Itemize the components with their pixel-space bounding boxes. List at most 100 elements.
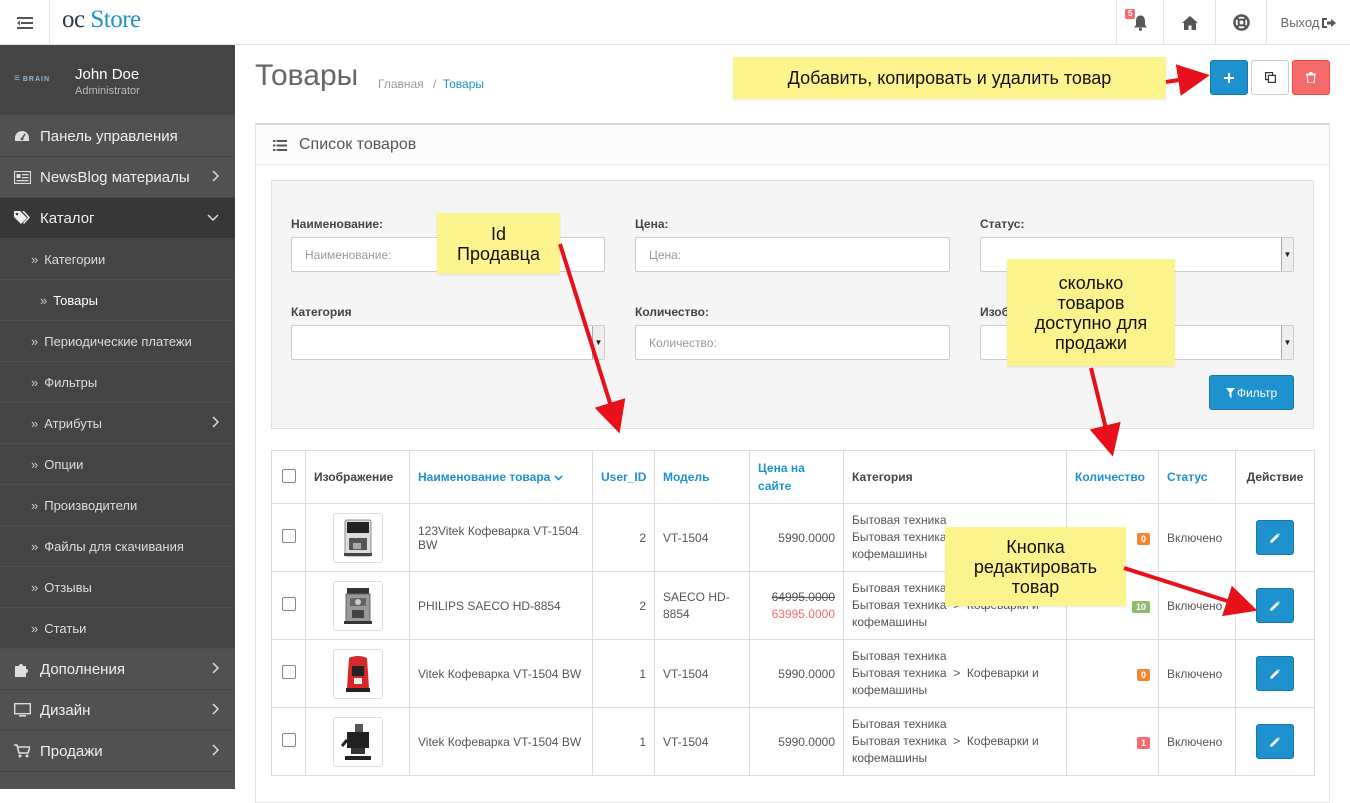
sidebar-subitem-reviews[interactable]: » Отзывы: [0, 567, 235, 608]
annotation-text: продажи: [1055, 332, 1127, 353]
annotation-text: редактировать: [973, 556, 1098, 577]
row-checkbox[interactable]: [281, 529, 296, 543]
sidebar-subitem-options[interactable]: » Опции: [0, 444, 235, 485]
column-header-user-id[interactable]: User_ID: [592, 450, 655, 504]
product-action-cell: [1235, 707, 1315, 776]
filter-price-input[interactable]: Цена:: [635, 237, 950, 272]
sidebar-subitem-downloads[interactable]: » Файлы для скачивания: [0, 526, 235, 567]
column-header-quantity[interactable]: Количество: [1066, 450, 1159, 504]
notifications-button[interactable]: 5: [1116, 0, 1163, 45]
sidebar-subitem-attributes[interactable]: » Атрибуты: [0, 403, 235, 444]
column-header-status[interactable]: Статус: [1158, 450, 1236, 504]
logo-suffix: Store: [90, 6, 141, 33]
cart-icon: [14, 744, 30, 758]
breadcrumb-home[interactable]: Главная: [378, 77, 424, 91]
product-user-id[interactable]: 1: [592, 707, 655, 776]
edit-product-button[interactable]: [1256, 656, 1294, 691]
chevron-right-icon: [212, 170, 219, 182]
filter-quantity-input[interactable]: Количество:: [635, 325, 950, 360]
breadcrumb-separator: /: [433, 77, 437, 91]
product-status: Включено: [1158, 707, 1236, 776]
sidebar-subitem-articles[interactable]: » Статьи: [0, 608, 235, 649]
sign-out-icon: [1322, 17, 1337, 28]
sidebar-subitem-manufacturers[interactable]: » Производители: [0, 485, 235, 526]
add-product-button[interactable]: [1210, 60, 1248, 95]
edit-product-button[interactable]: [1256, 724, 1294, 759]
coffee-machine-image: [345, 655, 370, 692]
product-price-cell: 5990.0000: [749, 503, 844, 572]
arrow-to-add-button: [1165, 64, 1210, 96]
chevron-down-icon: [207, 214, 219, 222]
logout-label: Выход: [1280, 15, 1320, 30]
sidebar-item-extensions[interactable]: Дополнения: [0, 649, 235, 690]
product-category-line: Бытовая техника > Кофеварки и: [852, 734, 1039, 748]
double-chevron-icon: »: [31, 415, 39, 431]
column-header-name[interactable]: Наименование товара: [409, 450, 593, 504]
row-select-cell: [271, 639, 306, 708]
sidebar-subitem-recurring[interactable]: » Периодические платежи: [0, 321, 235, 362]
sidebar-subitem-label: Статьи: [44, 620, 87, 636]
double-chevron-icon: »: [31, 620, 39, 636]
sidebar-item-newsblog[interactable]: NewsBlog материалы: [0, 157, 235, 198]
menu-toggle-button[interactable]: [0, 0, 50, 45]
avatar-text: BRAIN: [22, 76, 51, 83]
monitor-icon: [13, 703, 31, 717]
sidebar-item-dashboard[interactable]: Панель управления: [0, 116, 235, 157]
product-price: 5990.0000: [778, 734, 835, 749]
product-action-cell: [1235, 571, 1315, 640]
filter-category-select[interactable]: ▼: [291, 325, 605, 360]
product-thumbnail[interactable]: [332, 648, 383, 699]
chevron-right-icon: [212, 662, 219, 674]
sidebar-subitem-products[interactable]: » Товары: [0, 280, 235, 321]
row-checkbox[interactable]: [281, 733, 296, 747]
product-user-id[interactable]: 2: [592, 503, 655, 572]
filter-name-label: Наименование:: [291, 217, 384, 231]
sidebar-item-design[interactable]: Дизайн: [0, 690, 235, 731]
row-checkbox[interactable]: [281, 597, 296, 611]
delete-product-button[interactable]: [1292, 60, 1330, 95]
double-chevron-icon: »: [31, 538, 39, 554]
product-thumbnail[interactable]: [332, 716, 383, 767]
store-logo[interactable]: oc Store: [62, 6, 141, 34]
product-image-cell: [305, 571, 410, 640]
row-select-cell: [271, 571, 306, 640]
sidebar-item-catalog[interactable]: Каталог: [0, 198, 235, 239]
coffee-machine-image: [340, 723, 371, 760]
product-model: VT-1504: [654, 707, 750, 776]
product-price-cell: 5990.0000: [749, 639, 844, 708]
pencil-icon: [1270, 600, 1280, 611]
column-header-price[interactable]: Цена на сайте: [749, 450, 844, 504]
logout-button[interactable]: Выход: [1266, 0, 1350, 45]
double-chevron-icon: »: [31, 333, 39, 349]
home-button[interactable]: [1163, 0, 1215, 45]
sidebar-subitem-filters[interactable]: » Фильтры: [0, 362, 235, 403]
product-thumbnail[interactable]: [332, 512, 383, 563]
product-name: 123Vitek Кофеварка VT-1504 BW: [409, 503, 593, 572]
copy-product-button[interactable]: [1251, 60, 1289, 95]
help-button[interactable]: [1215, 0, 1266, 45]
sidebar-subitem-categories[interactable]: » Категории: [0, 239, 235, 280]
sidebar-item-sales[interactable]: Продажи: [0, 731, 235, 772]
row-checkbox[interactable]: [281, 665, 296, 679]
top-header: oc Store 5 Выход: [0, 0, 1350, 45]
sidebar-subitem-label: Файлы для скачивания: [44, 538, 184, 554]
sidebar-subitem-label: Опции: [44, 456, 84, 472]
breadcrumb-current[interactable]: Товары: [443, 77, 484, 91]
edit-product-button[interactable]: [1256, 520, 1294, 555]
edit-product-button[interactable]: [1256, 588, 1294, 623]
product-user-id[interactable]: 1: [592, 639, 655, 708]
column-header-model[interactable]: Модель: [654, 450, 750, 504]
product-thumbnail[interactable]: [332, 580, 383, 631]
product-user-id[interactable]: 2: [592, 571, 655, 640]
user-profile[interactable]: ≡ BRAIN John Doe Administrator: [0, 45, 235, 115]
filter-status-label: Статус:: [980, 217, 1025, 231]
product-status: Включено: [1158, 503, 1236, 572]
panel-title: Список товаров: [299, 136, 417, 153]
product-quantity-cell: 1: [1066, 707, 1159, 776]
double-chevron-icon: »: [31, 579, 39, 595]
filter-button[interactable]: Фильтр: [1209, 375, 1294, 410]
logo-prefix: oc: [62, 6, 85, 33]
select-arrow-icon: ▼: [1281, 326, 1293, 359]
select-all-checkbox[interactable]: [281, 468, 296, 483]
select-arrow-icon: ▼: [1281, 238, 1293, 271]
